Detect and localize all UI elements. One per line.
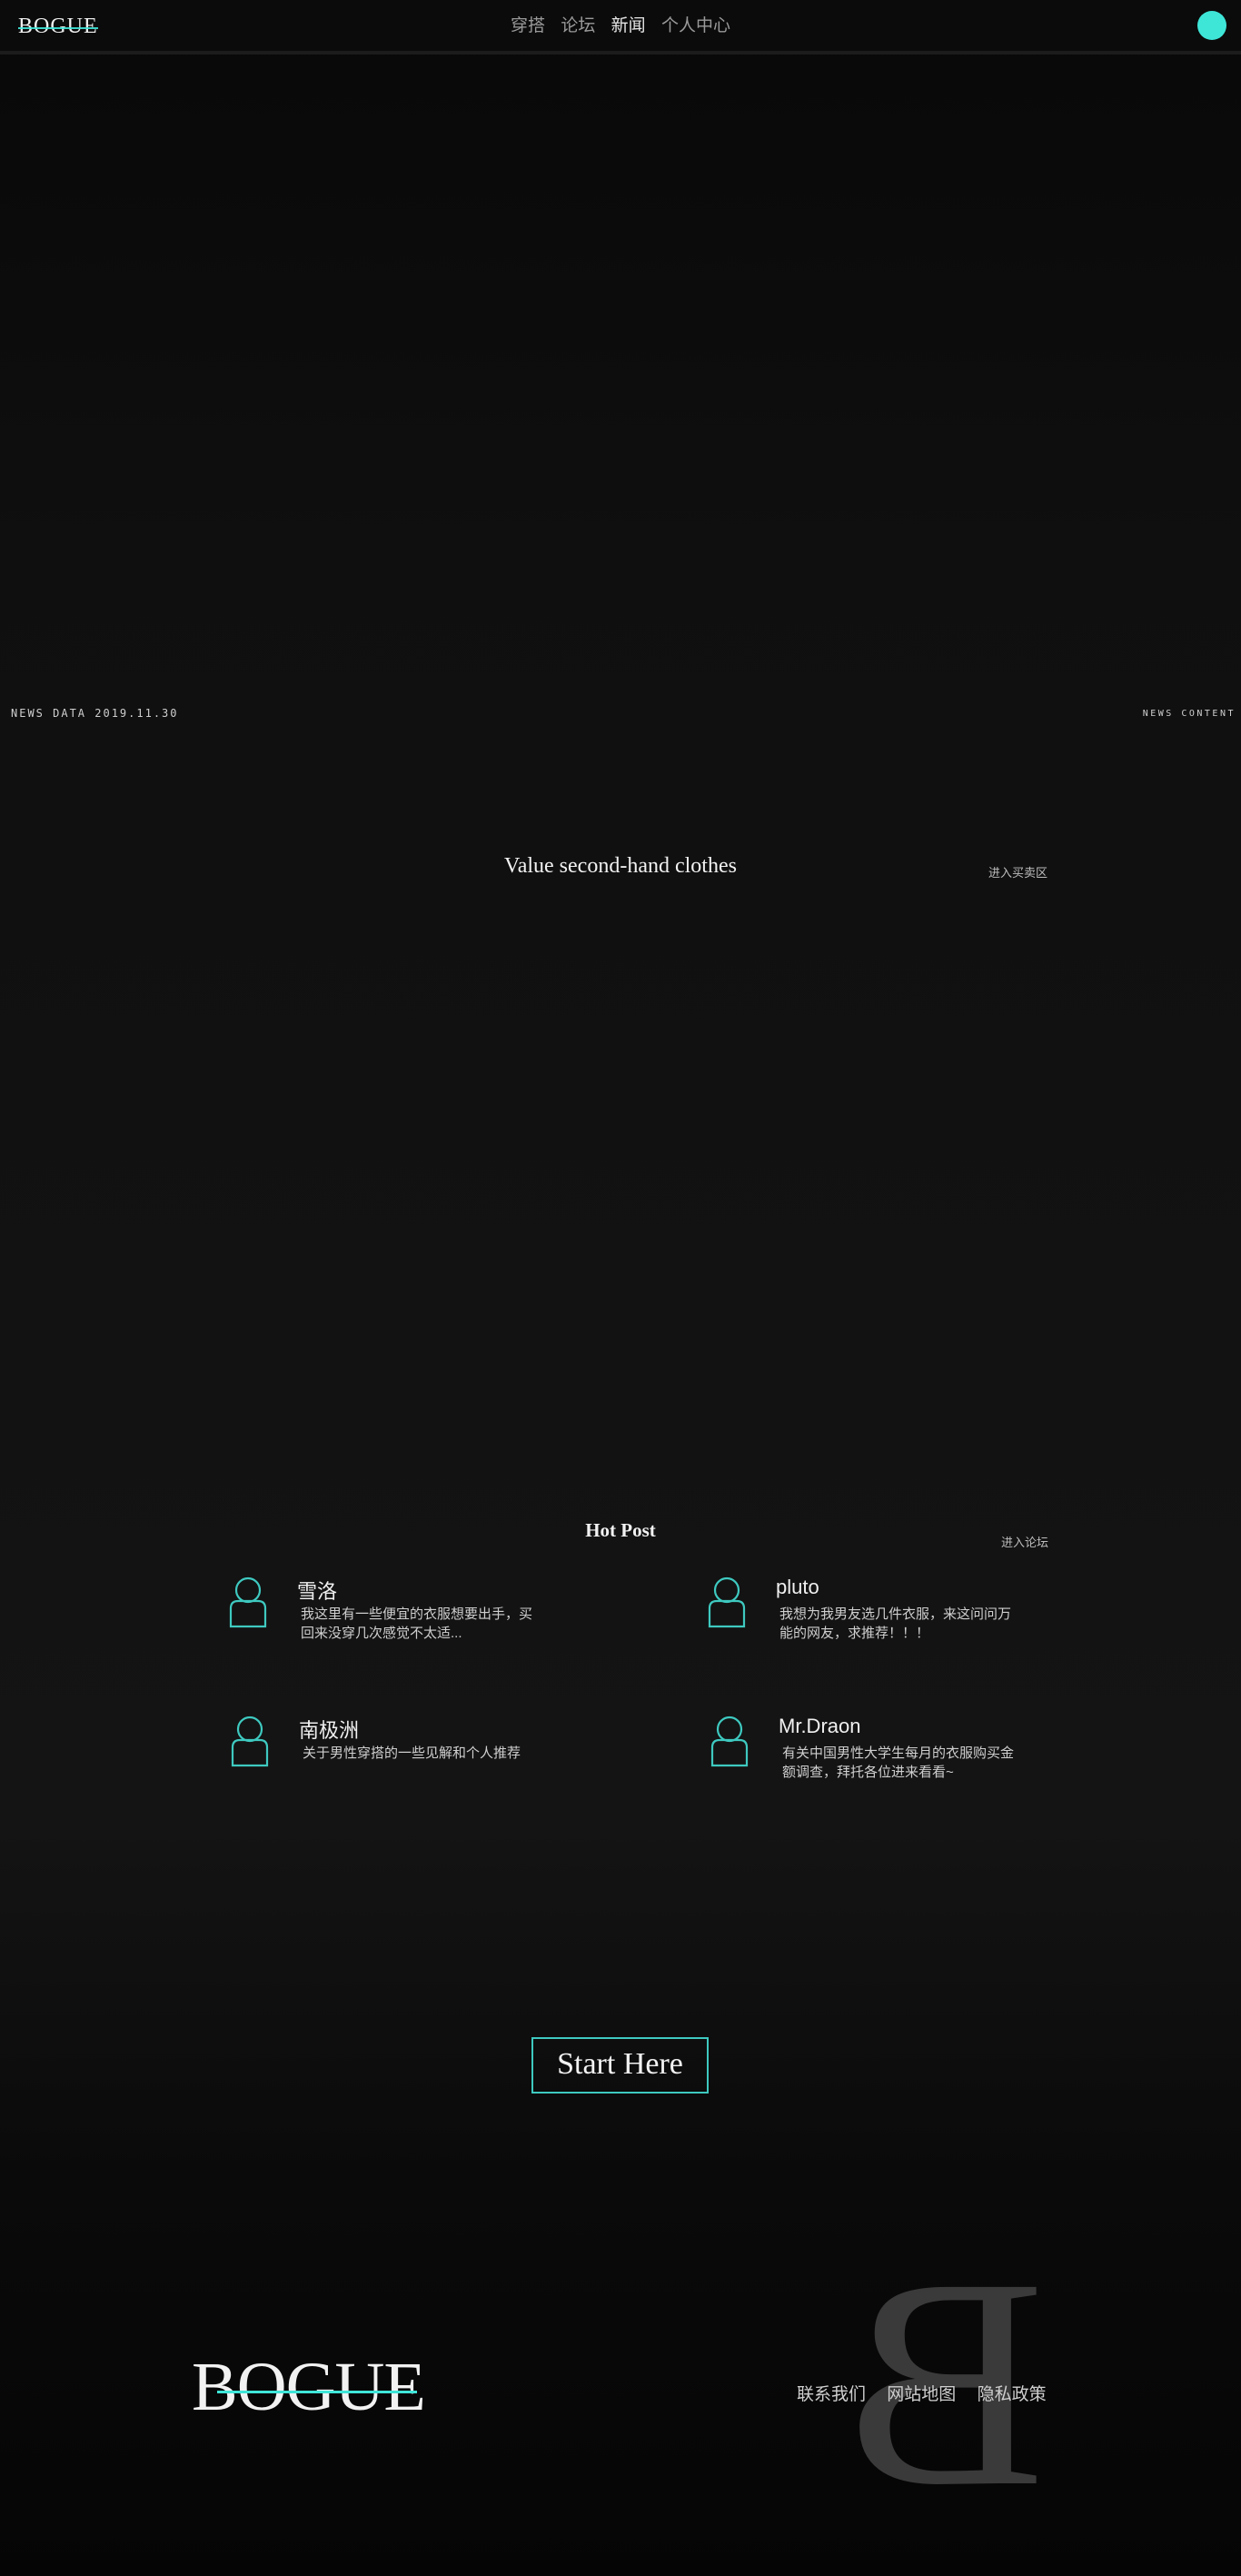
user-icon <box>708 1576 746 1628</box>
nav-item-profile[interactable]: 个人中心 <box>661 15 730 37</box>
post-author: 雪洛 <box>297 1580 338 1603</box>
user-icon <box>710 1716 749 1767</box>
hot-post-title: Hot Post <box>585 1519 656 1541</box>
footer-logo-text: BOGUE <box>192 2349 426 2425</box>
nav-item-outfits[interactable]: 穿搭 <box>511 15 545 37</box>
top-navbar: BOGUE 穿搭 论坛 新闻 个人中心 <box>0 0 1241 55</box>
news-data-label: NEWS DATA 2019.11.30 <box>11 707 179 720</box>
user-icon <box>231 1716 269 1767</box>
footer-link-sitemap[interactable]: 网站地图 <box>887 2381 956 2405</box>
post-excerpt: 我想为我男友选几件衣服，来这问问万能的网友，求推荐！！！ <box>779 1606 1012 1641</box>
post-excerpt: 有关中国男性大学生每月的衣服购买金额调查，拜托各位进来看看~ <box>782 1746 1015 1780</box>
start-here-button[interactable]: Start Here <box>531 2037 709 2094</box>
market-section-title: Value second-hand clothes <box>504 854 737 878</box>
post-author: pluto <box>776 1576 819 1598</box>
post-author: Mr.Draon <box>779 1715 861 1737</box>
post-author: 南极洲 <box>299 1719 360 1742</box>
footer-links: 联系我们 网站地图 隐私政策 <box>797 2381 1047 2405</box>
main-nav: 穿搭 论坛 新闻 个人中心 <box>0 15 1241 37</box>
enter-market-link[interactable]: 进入买卖区 <box>988 863 1047 880</box>
enter-forum-link[interactable]: 进入论坛 <box>1001 1533 1048 1550</box>
user-icon <box>229 1576 267 1628</box>
nav-item-news[interactable]: 新闻 <box>611 15 646 37</box>
post-excerpt: 我这里有一些便宜的衣服想要出手，买回来没穿几次感觉不太适... <box>301 1606 533 1641</box>
user-avatar[interactable] <box>1197 11 1226 40</box>
footer-link-privacy[interactable]: 隐私政策 <box>978 2381 1047 2405</box>
news-content-label: NEWS CONTENT <box>1142 709 1236 719</box>
nav-item-forum[interactable]: 论坛 <box>561 15 595 37</box>
footer-logo-strike-line <box>217 2391 417 2393</box>
post-excerpt: 关于男性穿搭的一些见解和个人推荐 <box>303 1746 521 1761</box>
footer-link-contact[interactable]: 联系我们 <box>797 2381 866 2405</box>
footer-logo[interactable]: BOGUE <box>192 2349 426 2425</box>
